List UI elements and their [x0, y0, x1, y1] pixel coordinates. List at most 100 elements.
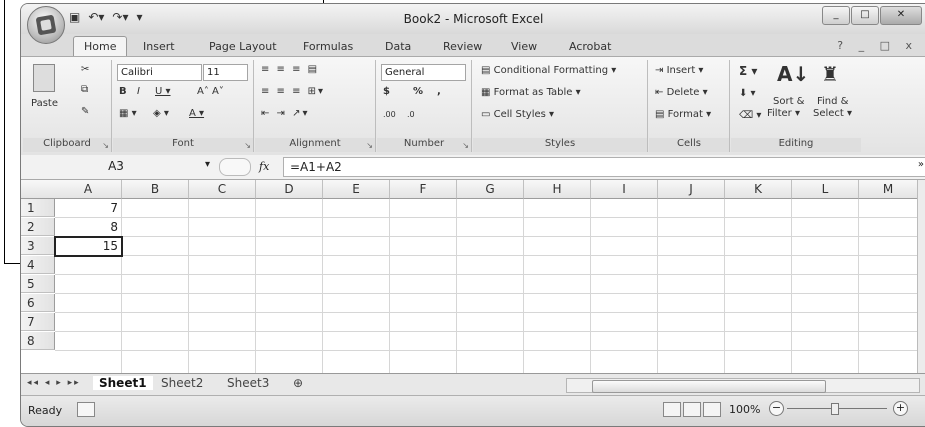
autosum-button[interactable]: Σ ▾: [739, 64, 757, 78]
paste-icon[interactable]: [33, 64, 59, 94]
paste-button[interactable]: Paste: [31, 98, 58, 109]
worksheet-grid[interactable]: A B C D E F G H I J K L M 1 2 3 4 5 6 7 …: [21, 180, 925, 374]
cell-styles-button[interactable]: ▭ Cell Styles ▾: [481, 109, 554, 120]
format-cells-button[interactable]: ▤ Format ▾: [655, 109, 711, 120]
sheet-nav-arrows-icon[interactable]: ◂◂ ◂ ▸ ▸▸: [27, 378, 81, 388]
font-name-select[interactable]: Calibri: [117, 64, 202, 81]
clear-icon[interactable]: ⌫ ▾: [739, 110, 761, 121]
tab-data[interactable]: Data: [377, 38, 419, 55]
column-header-h[interactable]: H: [524, 180, 591, 199]
zoom-level[interactable]: 100%: [729, 403, 760, 416]
font-size-select[interactable]: 11: [203, 64, 248, 81]
formula-input[interactable]: =A1+A2: [283, 157, 925, 177]
macro-record-icon[interactable]: [77, 402, 95, 417]
page-break-view-icon[interactable]: [703, 402, 721, 417]
normal-view-icon[interactable]: [663, 402, 681, 417]
tab-home[interactable]: Home: [73, 36, 128, 56]
name-box-dropdown-icon[interactable]: ▾: [205, 159, 210, 170]
sort-filter-icon[interactable]: A↓: [777, 62, 809, 86]
decrease-decimal-button[interactable]: .0: [407, 110, 415, 119]
alignment-launcher-icon[interactable]: ↘: [366, 141, 373, 150]
column-header-b[interactable]: B: [122, 180, 189, 199]
underline-button[interactable]: U ▾: [155, 86, 171, 97]
minimize-button[interactable]: _: [822, 6, 850, 25]
help-icon[interactable]: ? _ □ x: [837, 39, 918, 52]
fill-color-icon[interactable]: ◈ ▾: [153, 108, 169, 119]
top-align-icons[interactable]: ≡ ≡ ≡ ▤: [261, 64, 319, 75]
clipboard-launcher-icon[interactable]: ↘: [102, 141, 109, 150]
filter-label[interactable]: Filter ▾: [767, 108, 800, 119]
number-format-select[interactable]: General: [381, 64, 466, 81]
column-header-a[interactable]: A: [55, 180, 122, 199]
column-header-i[interactable]: I: [591, 180, 658, 199]
cut-icon[interactable]: ✂: [81, 64, 89, 75]
font-color-icon[interactable]: A ▾: [189, 108, 204, 119]
column-header-g[interactable]: G: [457, 180, 524, 199]
find-select-label[interactable]: Find &: [817, 96, 848, 107]
italic-button[interactable]: I: [137, 86, 140, 97]
tab-review[interactable]: Review: [435, 38, 490, 55]
office-button[interactable]: [27, 6, 65, 44]
sheet-tab-1[interactable]: Sheet1: [93, 376, 153, 390]
percent-button[interactable]: %: [413, 86, 423, 97]
delete-cells-button[interactable]: ⇤ Delete ▾: [655, 87, 708, 98]
horizontal-scrollbar[interactable]: [566, 378, 920, 393]
row-header-7[interactable]: 7: [21, 313, 55, 331]
tab-page-layout[interactable]: Page Layout: [201, 38, 285, 55]
row-header-3[interactable]: 3: [21, 237, 55, 255]
bold-button[interactable]: B: [119, 86, 127, 97]
cell-a2[interactable]: 8: [55, 218, 118, 236]
insert-cells-button[interactable]: ⇥ Insert ▾: [655, 65, 703, 76]
borders-icon[interactable]: ▦ ▾: [119, 108, 137, 119]
column-header-e[interactable]: E: [323, 180, 390, 199]
column-header-j[interactable]: J: [658, 180, 725, 199]
row-header-5[interactable]: 5: [21, 275, 55, 293]
font-launcher-icon[interactable]: ↘: [244, 141, 251, 150]
close-button[interactable]: ✕: [880, 6, 922, 25]
grow-font-button[interactable]: A˄ A˅: [197, 86, 224, 97]
increase-decimal-button[interactable]: .00: [383, 110, 396, 119]
expand-formula-bar-icon[interactable]: »: [918, 159, 924, 170]
format-painter-icon[interactable]: ✎: [81, 106, 89, 117]
tab-view[interactable]: View: [503, 38, 545, 55]
select-all-corner[interactable]: [21, 180, 56, 199]
column-header-m[interactable]: M: [859, 180, 918, 199]
select-label[interactable]: Select ▾: [813, 108, 852, 119]
find-select-icon[interactable]: ♜: [821, 62, 839, 86]
row-header-8[interactable]: 8: [21, 332, 55, 350]
format-as-table-button[interactable]: ▦ Format as Table ▾: [481, 87, 581, 98]
align-text-icons[interactable]: ≡ ≡ ≡ ⊞▾: [261, 86, 325, 97]
copy-icon[interactable]: ⧉: [81, 84, 88, 95]
zoom-in-icon[interactable]: +: [893, 401, 908, 416]
number-launcher-icon[interactable]: ↘: [462, 141, 469, 150]
sheet-tab-3[interactable]: Sheet3: [227, 376, 269, 390]
tab-insert[interactable]: Insert: [135, 38, 183, 55]
horizontal-scroll-thumb[interactable]: [592, 380, 826, 393]
column-header-f[interactable]: F: [390, 180, 457, 199]
conditional-formatting-button[interactable]: ▤ Conditional Formatting ▾: [481, 65, 616, 76]
name-box[interactable]: A3: [27, 158, 205, 174]
insert-function-button[interactable]: fx: [259, 160, 269, 173]
currency-button[interactable]: $: [383, 86, 390, 97]
tab-acrobat[interactable]: Acrobat: [561, 38, 619, 55]
maximize-button[interactable]: □: [851, 6, 879, 25]
row-header-6[interactable]: 6: [21, 294, 55, 312]
insert-sheet-icon[interactable]: ⊕: [293, 376, 303, 390]
cell-a1[interactable]: 7: [55, 199, 118, 217]
zoom-slider-thumb[interactable]: [831, 403, 839, 415]
column-header-d[interactable]: D: [256, 180, 323, 199]
sheet-tab-2[interactable]: Sheet2: [161, 376, 203, 390]
sort-filter-label[interactable]: Sort &: [773, 96, 804, 107]
row-header-1[interactable]: 1: [21, 199, 55, 217]
column-header-l[interactable]: L: [792, 180, 859, 199]
zoom-out-icon[interactable]: −: [769, 401, 784, 416]
indent-icons[interactable]: ⇤ ⇥ ↗▾: [261, 108, 310, 119]
tab-formulas[interactable]: Formulas: [295, 38, 361, 55]
row-header-2[interactable]: 2: [21, 218, 55, 236]
column-header-k[interactable]: K: [725, 180, 792, 199]
column-header-c[interactable]: C: [189, 180, 256, 199]
row-header-4[interactable]: 4: [21, 256, 55, 274]
vertical-scrollbar[interactable]: [917, 180, 925, 373]
fill-icon[interactable]: ⬇ ▾: [739, 88, 756, 99]
comma-button[interactable]: ,: [437, 86, 441, 97]
